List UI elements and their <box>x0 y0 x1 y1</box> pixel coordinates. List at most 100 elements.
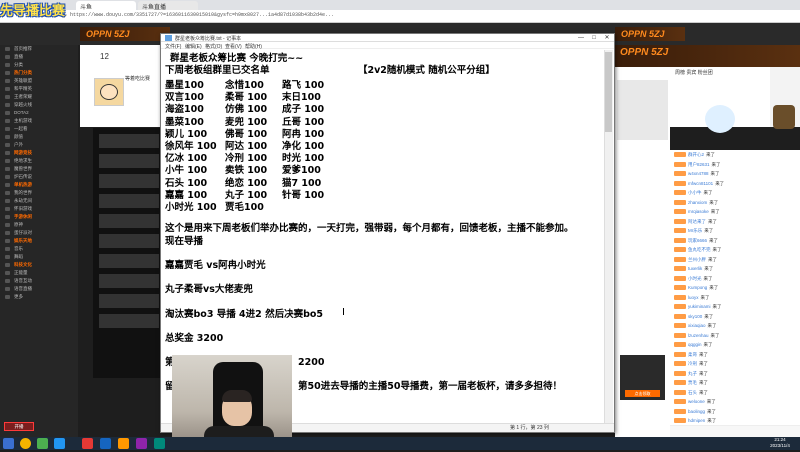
sidebar-item[interactable]: 娱乐天地 <box>0 237 78 245</box>
app-icon[interactable] <box>82 438 93 449</box>
chat-message[interactable]: 小时光 来了 <box>670 274 800 284</box>
chat-username[interactable]: 冷刑 <box>688 361 697 366</box>
sidebar-item[interactable]: 一起看 <box>0 125 78 133</box>
chat-username[interactable]: 用户82631 <box>688 162 710 167</box>
promo-image[interactable] <box>617 80 668 140</box>
sidebar-item[interactable]: 主机游戏 <box>0 117 78 125</box>
recommend-thumb[interactable] <box>99 214 159 228</box>
sidebar-item[interactable]: 怀旧游戏 <box>0 205 78 213</box>
rank-tabs[interactable]: 周榜 贵宾 粉丝团 <box>675 69 713 76</box>
chat-message[interactable]: zhanxiom 来了 <box>670 198 800 208</box>
sidebar-item[interactable]: 网游竞技 <box>0 149 78 157</box>
menu-format[interactable]: 格式(O) <box>205 43 222 50</box>
chat-username[interactable]: xixiaqiao <box>688 323 706 328</box>
chat-username[interactable]: 丸子 <box>688 371 697 376</box>
sidebar-item[interactable]: 语音直播 <box>0 285 78 293</box>
streamer-name[interactable]: 等着吃比赛 <box>125 75 150 82</box>
sidebar-item[interactable]: 首页推荐 <box>0 45 78 53</box>
app-icon[interactable] <box>54 438 65 449</box>
sidebar-item[interactable]: 科技文化 <box>0 261 78 269</box>
chat-message[interactable]: 玩家6666 来了 <box>670 236 800 246</box>
app-icon[interactable] <box>136 438 147 449</box>
chat-username[interactable]: weloone <box>688 399 705 404</box>
chat-message[interactable]: 小小牛 来了 <box>670 188 800 198</box>
chat-input[interactable] <box>670 425 800 437</box>
header-banner-right[interactable]: OPPN 5ZJ <box>615 27 685 41</box>
start-stream-button[interactable]: 开播 <box>4 422 34 431</box>
sidebar-item[interactable]: 舞蹈 <box>0 253 78 261</box>
recommend-thumb[interactable] <box>99 274 159 288</box>
ad-claim-button[interactable]: 点击领取 <box>625 390 660 397</box>
sidebar-item[interactable]: 英雄联盟 <box>0 77 78 85</box>
recommend-thumb[interactable] <box>99 134 159 148</box>
sidebar-item[interactable]: 绝地求生 <box>0 157 78 165</box>
chat-username[interactable]: 阿达来了 <box>688 219 706 224</box>
chat-username[interactable]: baolingg <box>688 409 705 414</box>
chat-message[interactable]: 阿达来了 来了 <box>670 217 800 227</box>
sidebar-item[interactable]: DOTA2 <box>0 109 78 117</box>
chat-message[interactable]: 石头 来了 <box>670 388 800 398</box>
sidebar-item[interactable]: 正能量 <box>0 269 78 277</box>
menu-edit[interactable]: 编辑(E) <box>185 43 202 50</box>
sidebar-item[interactable]: 热门分类 <box>0 69 78 77</box>
sidebar-item[interactable]: 蛋仔派对 <box>0 229 78 237</box>
chat-username[interactable]: mrqiasoke <box>688 209 709 214</box>
chat-message[interactable]: luoyx 来了 <box>670 293 800 303</box>
chat-message[interactable]: 用户82631 来了 <box>670 160 800 170</box>
sidebar-item[interactable]: 分类 <box>0 61 78 69</box>
sidebar-item[interactable]: 单机热游 <box>0 181 78 189</box>
chat-message[interactable]: baolingg 来了 <box>670 407 800 417</box>
chat-username[interactable]: sky100 <box>688 314 702 319</box>
chat-username[interactable]: hdmipen <box>688 418 705 423</box>
recommend-thumb[interactable] <box>99 234 159 248</box>
menu-file[interactable]: 文件(F) <box>165 43 181 50</box>
chat-username[interactable]: 群开心2 <box>688 152 704 157</box>
chat-username[interactable]: 鱼丸吃不完 <box>688 247 711 252</box>
recommend-thumb[interactable] <box>99 314 159 328</box>
chat-message[interactable]: qqggin 来了 <box>670 340 800 350</box>
chat-username[interactable]: 小时光 <box>688 276 702 281</box>
chat-message[interactable]: yukiminami 来了 <box>670 302 800 312</box>
chat-message[interactable]: 柔哥 来了 <box>670 350 800 360</box>
chat-username[interactable]: 贾毛 <box>688 380 697 385</box>
recommend-thumb[interactable] <box>99 174 159 188</box>
app-icon[interactable] <box>37 438 48 449</box>
chat-message[interactable]: sky100 来了 <box>670 312 800 322</box>
app-icon[interactable] <box>100 438 111 449</box>
recommend-thumb[interactable] <box>99 154 159 168</box>
chat-message[interactable]: xixiaqiao 来了 <box>670 321 800 331</box>
chat-username[interactable]: 玩家6666 <box>688 238 707 243</box>
menu-view[interactable]: 查看(V) <box>225 43 242 50</box>
app-icon[interactable] <box>154 438 165 449</box>
browser-tab[interactable]: 斗鱼 <box>76 1 136 10</box>
chat-username[interactable]: Mr乐乐 <box>688 228 702 233</box>
start-icon[interactable] <box>3 438 14 449</box>
sidebar-item[interactable]: 魔兽世界 <box>0 165 78 173</box>
chat-message[interactable]: 群开心2 来了 <box>670 150 800 160</box>
recommend-thumb[interactable] <box>99 194 159 208</box>
app-icon[interactable] <box>118 438 129 449</box>
sidebar-item[interactable]: 我的世界 <box>0 189 78 197</box>
chat-username[interactable]: yukiminami <box>688 304 711 309</box>
sidebar-item[interactable]: 原神 <box>0 221 78 229</box>
sidebar-item[interactable]: 户外 <box>0 141 78 149</box>
chat-message[interactable]: Mr乐乐 来了 <box>670 226 800 236</box>
maximize-icon[interactable]: □ <box>588 34 600 42</box>
chat-message[interactable]: 丸子 来了 <box>670 369 800 379</box>
chat-username[interactable]: luoyx <box>688 295 699 300</box>
chat-username[interactable]: 兰州小胖 <box>688 257 706 262</box>
scrollbar-thumb[interactable] <box>605 52 612 132</box>
system-clock[interactable]: 21:24 2023/11/4 <box>760 437 800 449</box>
recommend-thumb[interactable] <box>99 254 159 268</box>
chat-message[interactable]: mfwcn81101 来了 <box>670 179 800 189</box>
sidebar-item[interactable]: 音乐 <box>0 245 78 253</box>
chat-message[interactable]: mrqiasoke 来了 <box>670 207 800 217</box>
chat-username[interactable]: mfwcn81101 <box>688 181 713 186</box>
chat-username[interactable]: w4xn4788 <box>688 171 709 176</box>
sidebar-item[interactable]: 颜值 <box>0 133 78 141</box>
header-banner[interactable]: OPPN 5ZJ <box>80 27 170 41</box>
chat-username[interactable]: tuxerlik <box>688 266 702 271</box>
chat-message[interactable]: 鱼丸吃不完 来了 <box>670 245 800 255</box>
url-input[interactable]: https://www.douyu.com/3351727/?=16360116… <box>70 12 370 21</box>
recommend-thumb[interactable] <box>99 294 159 308</box>
